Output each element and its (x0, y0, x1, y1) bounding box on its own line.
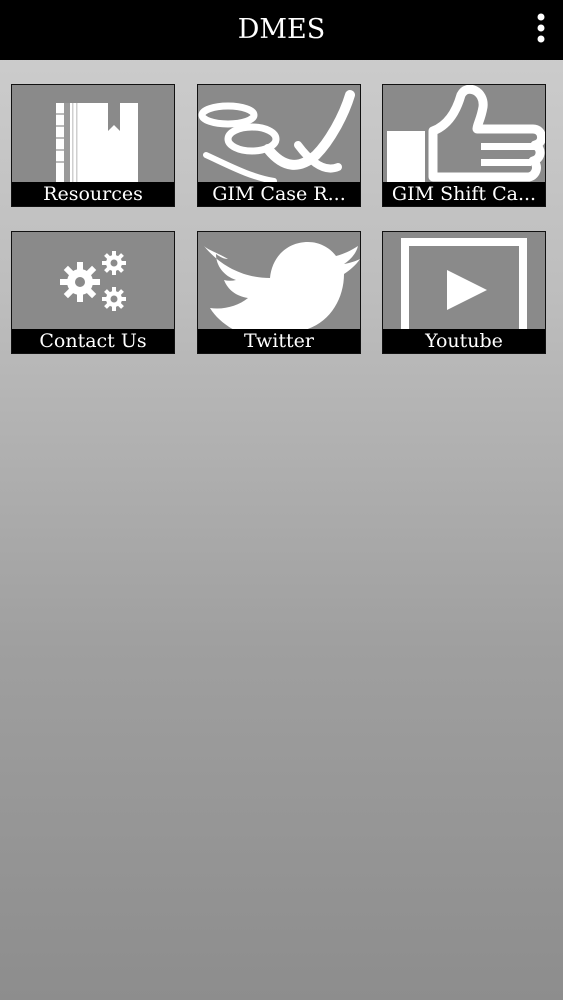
play-icon (383, 232, 545, 329)
tile-label: Contact Us (12, 329, 174, 353)
twitter-bird-icon (198, 232, 360, 329)
tile-label: GIM Case R... (198, 182, 360, 206)
tile-gim-case-review[interactable]: GIM Case R... (197, 84, 361, 207)
tile-label: Youtube (383, 329, 545, 353)
gears-icon (12, 232, 174, 329)
thumbs-up-icon (383, 85, 545, 182)
tile-resources[interactable]: Resources (11, 84, 175, 207)
tile-label: Resources (12, 182, 174, 206)
tile-label: Twitter (198, 329, 360, 353)
more-vert-icon[interactable] (535, 12, 547, 46)
tile-gim-shift-calendar[interactable]: GIM Shift Ca... (382, 84, 546, 207)
book-icon (12, 85, 174, 182)
tile-label: GIM Shift Ca... (383, 182, 545, 206)
tile-contact-us[interactable]: Contact Us (11, 231, 175, 354)
app-title: DMES (237, 14, 326, 45)
app-bar: DMES (0, 0, 563, 60)
signature-icon (198, 85, 360, 182)
tile-twitter[interactable]: Twitter (197, 231, 361, 354)
tile-youtube[interactable]: Youtube (382, 231, 546, 354)
